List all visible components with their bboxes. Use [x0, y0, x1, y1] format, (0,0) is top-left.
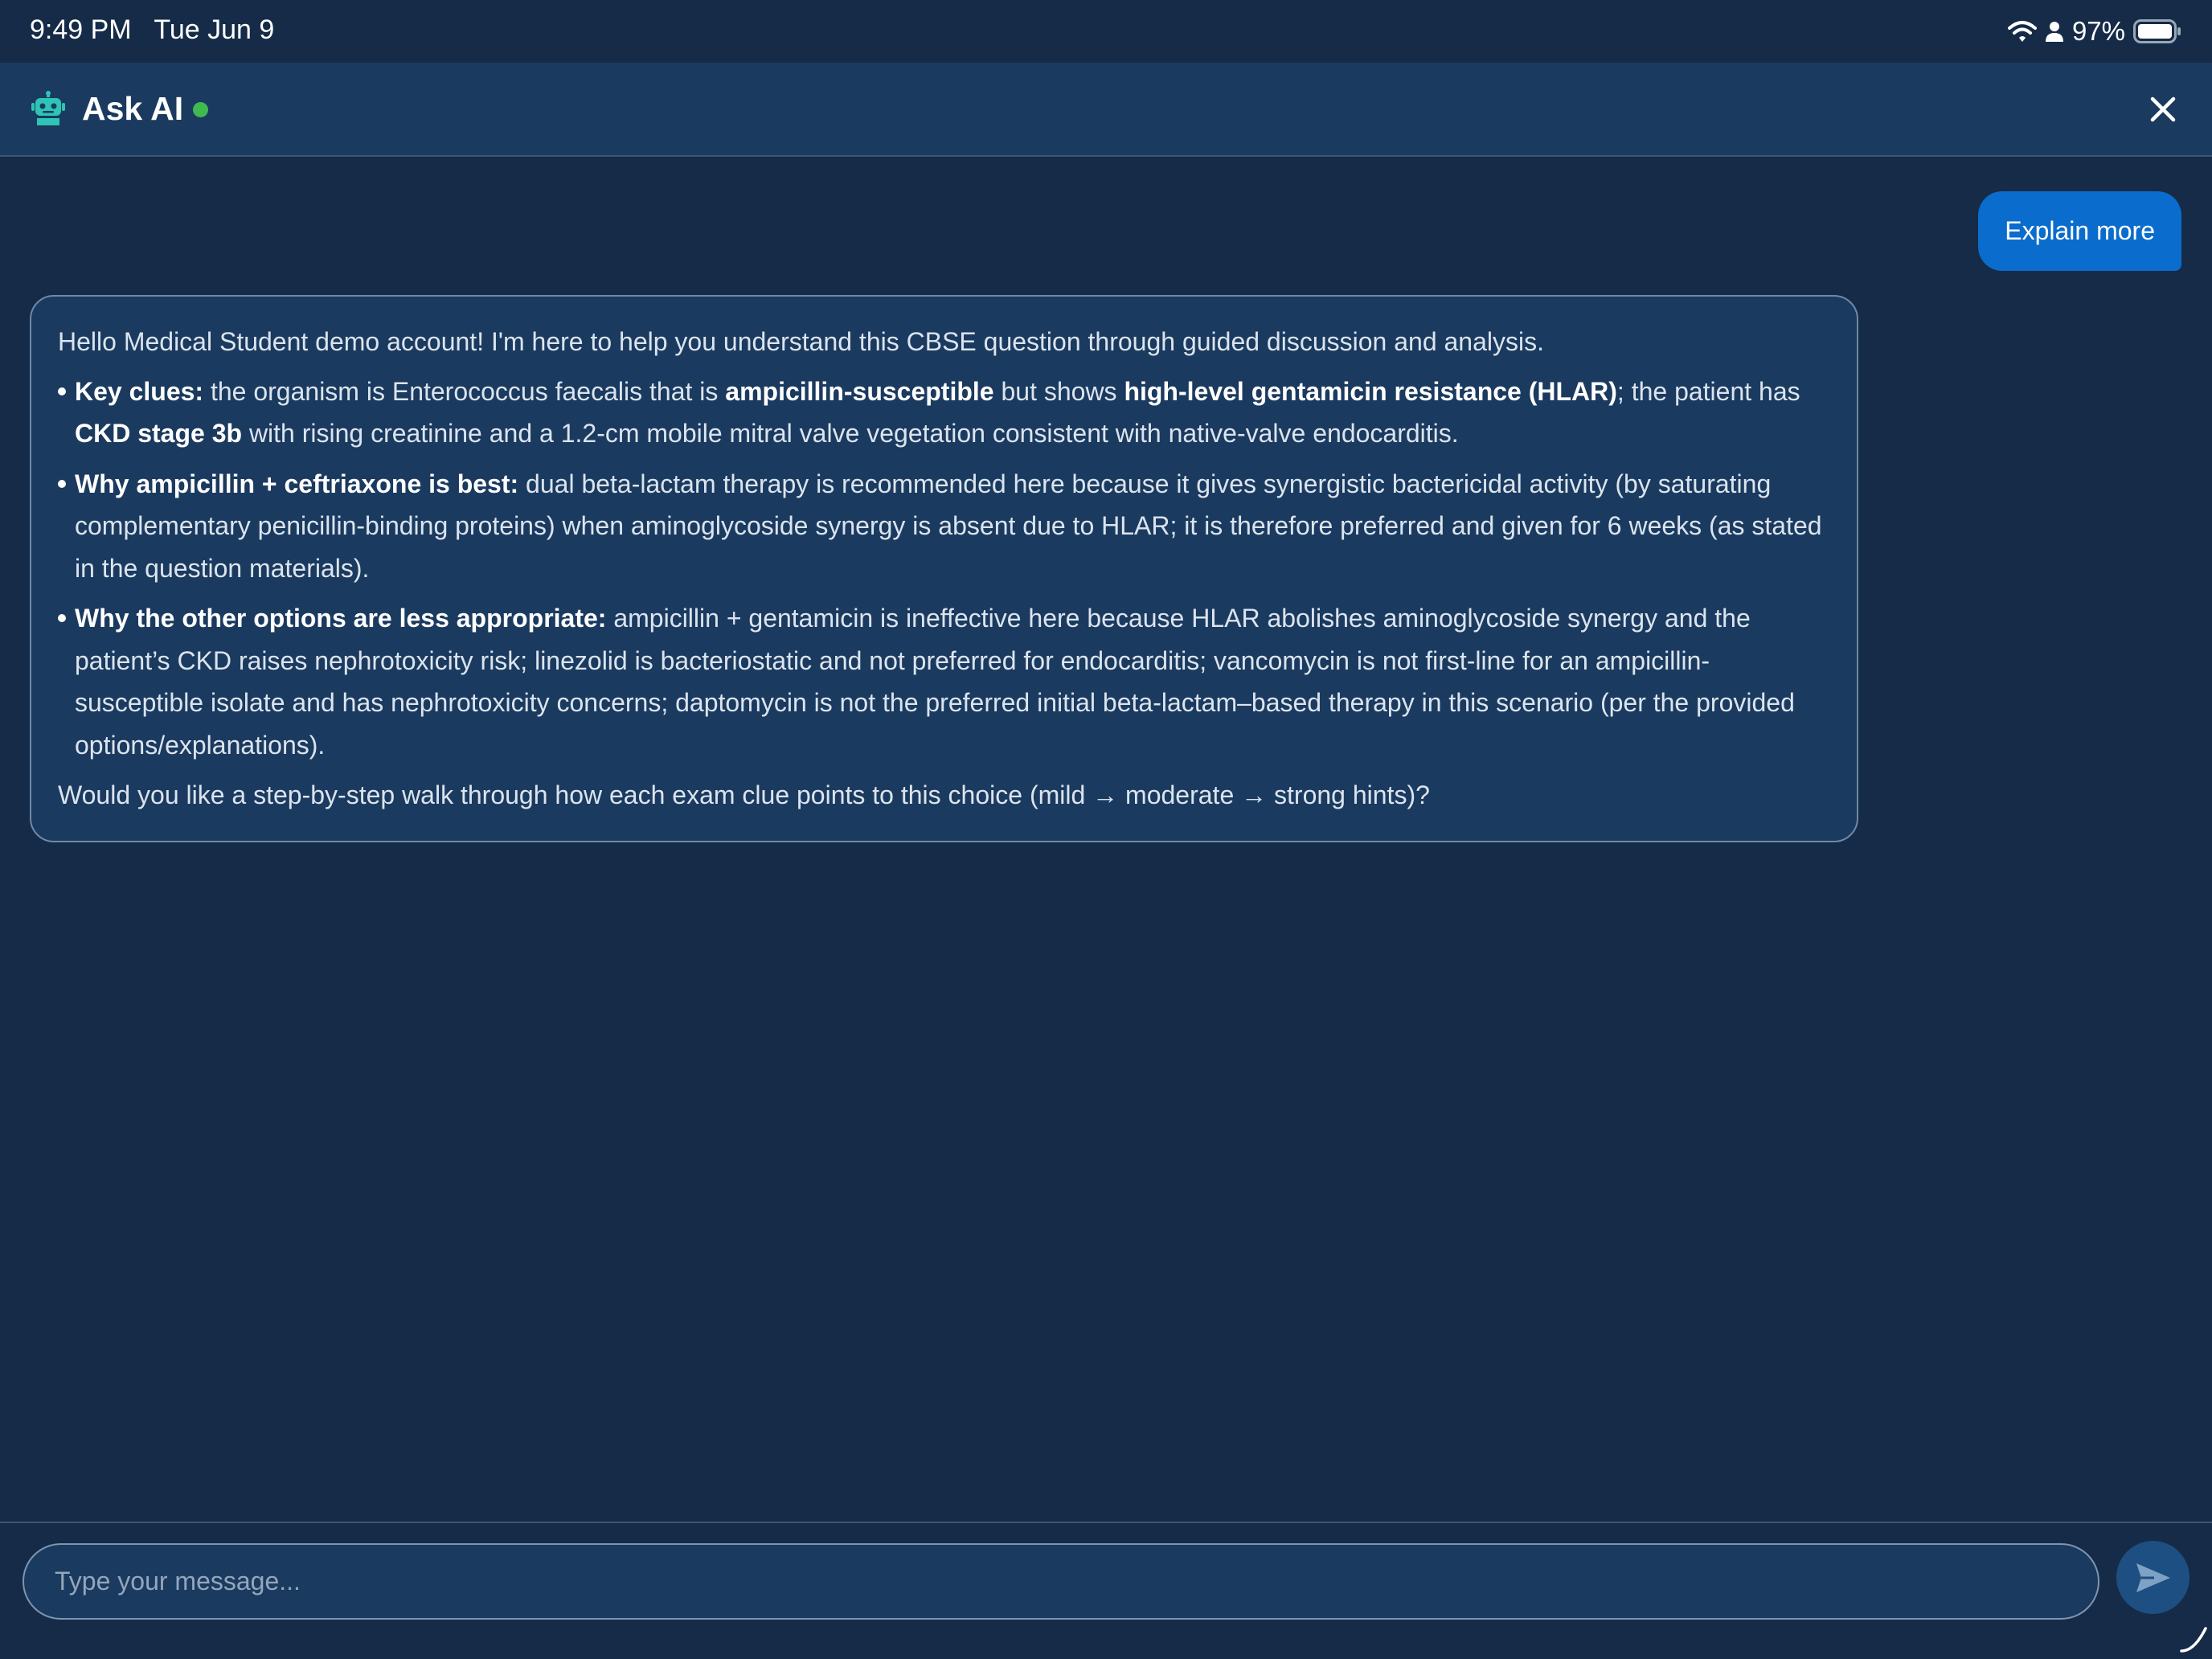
- bullet-key-clues: Key clues: the organism is Enterococcus …: [58, 371, 1830, 455]
- bold-term: ampicillin-susceptible: [725, 376, 994, 406]
- bold-term: high-level gentamicin resistance (HLAR): [1124, 376, 1617, 406]
- person-icon: [2045, 22, 2063, 42]
- status-time: 9:49 PM Tue Jun 9: [30, 14, 275, 45]
- bullet-label: Why the other options are less appropria…: [75, 604, 607, 633]
- bullet-text: the organism is Enterococcus faecalis th…: [203, 376, 726, 406]
- battery-icon: [2133, 19, 2181, 43]
- bullet-label: Why ampicillin + ceftriaxone is best:: [75, 469, 519, 498]
- close-icon[interactable]: [2146, 92, 2180, 126]
- chat-messages[interactable]: Explain more Hello Medical Student demo …: [0, 157, 2212, 1522]
- bullet-text: with rising creatinine and a 1.2-cm mobi…: [242, 419, 1459, 448]
- assistant-outro: Would you like a step-by-step walk throu…: [58, 780, 1430, 809]
- send-icon: [2136, 1563, 2170, 1592]
- bullet-text: but shows: [993, 376, 1124, 406]
- assistant-bullet-list: Key clues: the organism is Enterococcus …: [58, 371, 1830, 767]
- resize-handle-icon[interactable]: [2178, 1624, 2209, 1654]
- message-input[interactable]: [23, 1543, 2099, 1620]
- bullet-other-options: Why the other options are less appropria…: [58, 597, 1830, 766]
- user-message-bubble: Explain more: [1978, 191, 2181, 271]
- assistant-message-bubble: Hello Medical Student demo account! I'm …: [30, 295, 1858, 842]
- status-bar: 9:49 PM Tue Jun 9 97%: [0, 0, 2212, 63]
- robot-icon: [31, 91, 65, 125]
- chat-header: Ask AI: [0, 63, 2212, 157]
- online-status-dot: [193, 102, 208, 117]
- wifi-icon: [2007, 21, 2037, 42]
- bullet-text: ; the patient has: [1616, 376, 1800, 406]
- bold-term: CKD stage 3b: [75, 419, 243, 448]
- message-composer: [0, 1522, 2212, 1659]
- battery-percent: 97%: [2071, 16, 2125, 46]
- send-button[interactable]: [2116, 1541, 2189, 1614]
- bullet-label: Key clues:: [75, 376, 204, 406]
- bullet-why-best: Why ampicillin + ceftriaxone is best: du…: [58, 463, 1830, 590]
- page-title: Ask AI: [82, 90, 184, 127]
- status-icons: 97%: [2007, 13, 2181, 50]
- assistant-intro: Hello Medical Student demo account! I'm …: [58, 327, 1544, 356]
- user-message-text: Explain more: [2005, 216, 2155, 245]
